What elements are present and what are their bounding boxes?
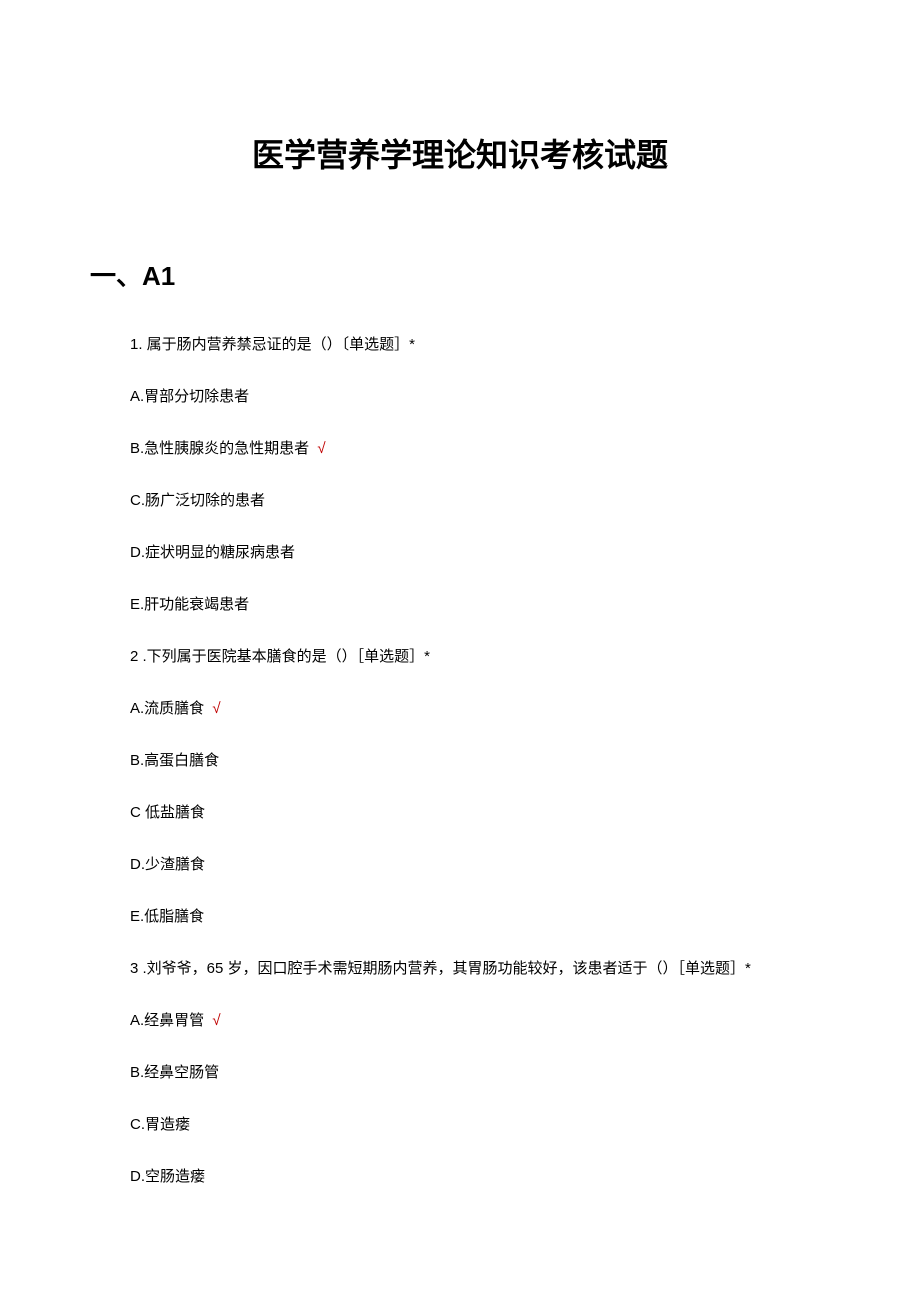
option-d: D.少渣膳食 bbox=[130, 853, 830, 877]
question-block-2: 2 .下列属于医院基本膳食的是（）［单选题］* A.流质膳食 √ B.高蛋白膳食… bbox=[130, 645, 830, 929]
check-icon: √ bbox=[212, 700, 220, 717]
option-label: C 低盐膳食 bbox=[130, 804, 205, 821]
question-text: 1. 属于肠内营养禁忌证的是（）〔单选题］* bbox=[130, 333, 830, 357]
option-d: D.空肠造瘘 bbox=[130, 1165, 830, 1189]
option-label: B.急性胰腺炎的急性期患者 bbox=[130, 440, 313, 457]
question-body: 属于肠内营养禁忌证的是（）〔单选题］* bbox=[143, 336, 416, 353]
section-heading: 一、A1 bbox=[90, 256, 830, 293]
option-label: A.经鼻胃管 bbox=[130, 1012, 208, 1029]
option-a: A.胃部分切除患者 bbox=[130, 385, 830, 409]
option-c: C.肠广泛切除的患者 bbox=[130, 489, 830, 513]
option-label: E.肝功能衰竭患者 bbox=[130, 596, 249, 613]
question-number: 1. bbox=[130, 336, 143, 353]
option-b: B.高蛋白膳食 bbox=[130, 749, 830, 773]
option-e: E.低脂膳食 bbox=[130, 905, 830, 929]
option-e: E.肝功能衰竭患者 bbox=[130, 593, 830, 617]
option-b: B.经鼻空肠管 bbox=[130, 1061, 830, 1085]
question-body: .下列属于医院基本膳食的是（）［单选题］* bbox=[138, 648, 430, 665]
check-icon: √ bbox=[317, 440, 325, 457]
option-label: B.经鼻空肠管 bbox=[130, 1064, 219, 1081]
option-label: B.高蛋白膳食 bbox=[130, 752, 219, 769]
option-label: D.症状明显的糖尿病患者 bbox=[130, 544, 295, 561]
question-block-3: 3 .刘爷爷，65 岁，因口腔手术需短期肠内营养，其胃肠功能较好，该患者适于（）… bbox=[130, 957, 830, 1189]
option-label: D.少渣膳食 bbox=[130, 856, 205, 873]
option-b: B.急性胰腺炎的急性期患者 √ bbox=[130, 437, 830, 461]
option-label: A.胃部分切除患者 bbox=[130, 388, 249, 405]
option-a: A.流质膳食 √ bbox=[130, 697, 830, 721]
option-label: C.胃造瘘 bbox=[130, 1116, 190, 1133]
check-icon: √ bbox=[212, 1012, 220, 1029]
option-a: A.经鼻胃管 √ bbox=[130, 1009, 830, 1033]
option-label: A.流质膳食 bbox=[130, 700, 208, 717]
option-c: C 低盐膳食 bbox=[130, 801, 830, 825]
option-c: C.胃造瘘 bbox=[130, 1113, 830, 1137]
option-label: E.低脂膳食 bbox=[130, 908, 204, 925]
document-title: 医学营养学理论知识考核试题 bbox=[90, 130, 830, 176]
question-text: 2 .下列属于医院基本膳食的是（）［单选题］* bbox=[130, 645, 830, 669]
question-text: 3 .刘爷爷，65 岁，因口腔手术需短期肠内营养，其胃肠功能较好，该患者适于（）… bbox=[130, 957, 830, 981]
option-label: D.空肠造瘘 bbox=[130, 1168, 205, 1185]
question-block-1: 1. 属于肠内营养禁忌证的是（）〔单选题］* A.胃部分切除患者 B.急性胰腺炎… bbox=[130, 333, 830, 617]
option-label: C.肠广泛切除的患者 bbox=[130, 492, 265, 509]
question-body: .刘爷爷，65 岁，因口腔手术需短期肠内营养，其胃肠功能较好，该患者适于（）［单… bbox=[138, 960, 751, 977]
option-d: D.症状明显的糖尿病患者 bbox=[130, 541, 830, 565]
